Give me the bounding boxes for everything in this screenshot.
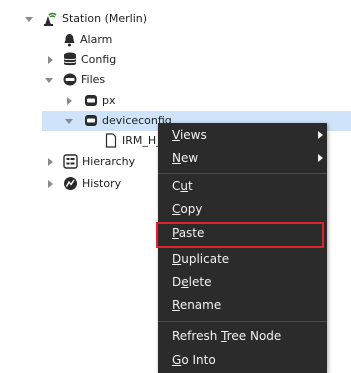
- menu-label-part: iews: [179, 128, 207, 142]
- menu-separator: [158, 321, 327, 322]
- menu-item-rename[interactable]: Rename: [158, 294, 327, 317]
- tree-node-station[interactable]: Station (Merlin): [0, 9, 351, 29]
- paste-highlight-box: [156, 222, 324, 248]
- menu-label-part: t: [188, 179, 193, 193]
- tree-node-history[interactable]: History: [0, 174, 160, 194]
- menu-item-copy[interactable]: Copy: [158, 198, 327, 221]
- tree-node-files[interactable]: Files: [0, 70, 351, 90]
- database-icon: [63, 52, 77, 66]
- menu-label-part: Refresh: [172, 329, 222, 343]
- tree-label-files: Files: [81, 73, 106, 86]
- bell-icon: [64, 34, 75, 47]
- menu-item-new[interactable]: New: [158, 147, 327, 170]
- expand-arrow-icon[interactable]: [67, 97, 72, 105]
- menu-label-part: D: [172, 275, 182, 289]
- expand-arrow-icon[interactable]: [48, 158, 53, 166]
- menu-item-refresh-tree-node[interactable]: Refresh Tree Node: [158, 325, 327, 348]
- menu-item-cut[interactable]: Cut: [158, 175, 327, 198]
- tree-label-hierarchy: Hierarchy: [82, 155, 136, 168]
- menu-label-mnemonic: G: [172, 353, 182, 367]
- menu-item-delete[interactable]: Delete: [158, 271, 327, 294]
- menu-item-go-into[interactable]: Go Into: [158, 349, 327, 372]
- menu-label-mnemonic: V: [172, 128, 180, 142]
- station-icon: [44, 12, 57, 26]
- tree-node-px[interactable]: px: [0, 91, 351, 111]
- tree-node-alarm[interactable]: Alarm: [0, 30, 351, 50]
- tree-label-px: px: [102, 94, 116, 107]
- expand-arrow-icon[interactable]: [45, 78, 53, 83]
- tree-label-history: History: [82, 177, 122, 190]
- menu-label-mnemonic: e: [181, 275, 189, 289]
- menu-item-views[interactable]: Views: [158, 124, 327, 147]
- context-menu: Views New Cut Copy Paste Duplicate Delet…: [158, 123, 327, 373]
- tree-label-config: Config: [81, 53, 117, 66]
- menu-label-mnemonic: D: [172, 252, 182, 266]
- tree-node-hierarchy[interactable]: Hierarchy: [0, 152, 160, 172]
- menu-label-part: uplicate: [181, 252, 230, 266]
- menu-label-part: ename: [179, 298, 222, 312]
- folder-icon: [85, 95, 97, 106]
- expand-arrow-icon[interactable]: [48, 180, 53, 188]
- expand-arrow-icon[interactable]: [65, 119, 73, 124]
- expand-arrow-icon[interactable]: [48, 56, 53, 64]
- menu-label-part: o Into: [181, 353, 216, 367]
- menu-separator: [158, 173, 327, 174]
- tree-label-irm-file: IRM_H_: [122, 134, 162, 147]
- menu-label-mnemonic: N: [172, 151, 181, 165]
- history-icon: [64, 177, 77, 190]
- file-icon: [105, 133, 117, 148]
- menu-label-part: ew: [180, 151, 199, 165]
- tree-node-config[interactable]: Config: [0, 50, 351, 70]
- folder-icon: [85, 115, 97, 126]
- menu-label-part: lete: [188, 275, 212, 289]
- tree-node-irm-file[interactable]: IRM_H_: [0, 131, 162, 151]
- submenu-arrow-icon: [318, 154, 323, 162]
- folder-icon: [63, 73, 77, 86]
- menu-label-part: opy: [180, 202, 203, 216]
- tree-label-station: Station (Merlin): [62, 12, 148, 25]
- menu-item-duplicate[interactable]: Duplicate: [158, 248, 327, 271]
- submenu-arrow-icon: [318, 131, 323, 139]
- menu-label-mnemonic: u: [180, 179, 188, 193]
- menu-label-mnemonic: R: [172, 298, 180, 312]
- tree-label-alarm: Alarm: [80, 33, 113, 46]
- hierarchy-icon: [63, 154, 78, 169]
- menu-label-part: ree Node: [226, 329, 282, 343]
- expand-arrow-icon[interactable]: [25, 17, 33, 22]
